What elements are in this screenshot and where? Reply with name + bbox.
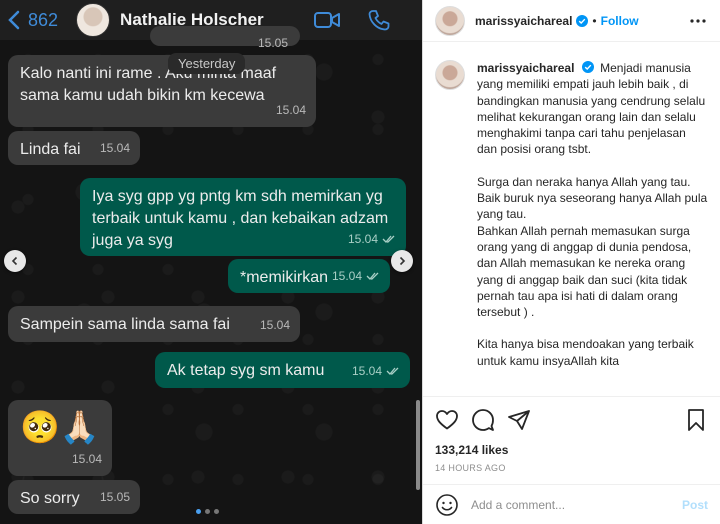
caption: marissyaichareal Menjadi manusia yang me… xyxy=(477,60,708,369)
comment-input[interactable] xyxy=(471,497,682,512)
carousel-dots xyxy=(196,509,219,514)
message-meta: 15.04 xyxy=(348,228,396,250)
message-bubble: Iya syg gpp yg pntg km sdh memirkan yg t… xyxy=(80,178,406,256)
message-meta: 15.04 xyxy=(260,314,290,336)
message-bubble: Kalo nanti ini rame . Aku minta maaf sam… xyxy=(8,55,316,127)
comment-bar: Post xyxy=(423,484,720,524)
chevron-right-icon xyxy=(399,256,406,266)
message-bubble: Ak tetap syg sm kamu 15.04 xyxy=(155,352,410,388)
message-time: 15.05 xyxy=(99,490,130,504)
caption-area: marissyaichareal Menjadi manusia yang me… xyxy=(423,54,720,396)
instagram-post-panel: marissyaichareal • Follow marissyaichare… xyxy=(422,0,720,524)
carousel-dot[interactable] xyxy=(214,509,219,514)
message-time: 15.04 xyxy=(71,452,102,466)
avatar xyxy=(76,3,111,37)
post-timestamp: 14 HOURS AGO xyxy=(435,463,506,473)
date-divider: Yesterday xyxy=(168,53,246,74)
scrollbar[interactable] xyxy=(416,400,420,490)
bookmark-icon[interactable] xyxy=(684,408,708,432)
avatar[interactable] xyxy=(435,60,465,90)
post-username[interactable]: marissyaichareal xyxy=(475,14,572,28)
message-bubble: *memikirkan 15.04 xyxy=(228,259,390,293)
double-check-icon xyxy=(386,367,399,375)
message-time: 15.04 xyxy=(259,318,290,332)
carousel-dot[interactable] xyxy=(196,509,201,514)
likes-count[interactable]: 133,214 likes xyxy=(435,443,708,457)
message-bubble: So sorry 15.05 xyxy=(8,480,140,514)
caption-username[interactable]: marissyaichareal xyxy=(477,61,574,75)
message-bubble: Linda fai 15.04 xyxy=(8,131,140,165)
post-comment-button[interactable]: Post xyxy=(682,498,708,512)
message-bubble: Sampein sama linda sama fai 15.04 xyxy=(8,306,300,342)
double-check-icon xyxy=(382,235,395,243)
emoji-message: 🥺🙏🏻 xyxy=(20,409,100,445)
message-text: Kalo nanti ini rame . Aku minta maaf sam… xyxy=(20,65,277,104)
caption-paragraph: Surga dan neraka hanya Allah yang tau. B… xyxy=(477,174,708,320)
header-actions xyxy=(314,8,392,32)
double-check-icon xyxy=(366,272,379,280)
message-meta: 15.05 xyxy=(100,486,130,508)
phone-icon xyxy=(366,8,392,32)
carousel-next-button[interactable] xyxy=(391,250,413,272)
avatar[interactable] xyxy=(435,5,465,36)
verified-badge-icon xyxy=(576,14,589,27)
follow-button[interactable]: Follow xyxy=(601,14,639,28)
chevron-left-icon xyxy=(11,256,18,266)
message-time: 15.04 xyxy=(275,103,306,117)
separator-dot: • xyxy=(592,13,597,28)
message-time: 15.04 xyxy=(351,364,382,378)
message-time: 15.04 xyxy=(347,232,378,246)
action-row xyxy=(435,407,708,433)
post-actions: 133,214 likes 14 HOURS AGO xyxy=(423,396,720,473)
clipped-time: 15.05 xyxy=(257,36,288,50)
clipped-bubble: 15.05 xyxy=(150,26,300,50)
comment-icon[interactable] xyxy=(471,408,495,432)
message-time: 15.04 xyxy=(99,141,130,155)
video-call-icon xyxy=(314,8,340,32)
more-icon[interactable] xyxy=(688,12,708,30)
unread-count: 862 xyxy=(28,9,59,30)
message-bubble: 🥺🙏🏻 15.04 xyxy=(8,400,112,476)
message-text: Sampein sama linda sama fai xyxy=(20,316,230,333)
caption-row: marissyaichareal Menjadi manusia yang me… xyxy=(435,60,708,369)
caption-paragraph: Kita hanya bisa mendoakan yang terbaik u… xyxy=(477,337,694,368)
message-meta: 15.04 xyxy=(72,448,102,470)
carousel-dot[interactable] xyxy=(205,509,210,514)
chat-screenshot: 862 Nathalie Holscher 15.05 Yesterday Ka… xyxy=(0,0,422,524)
share-icon[interactable] xyxy=(507,408,531,432)
heart-icon[interactable] xyxy=(435,408,459,432)
emoji-icon[interactable] xyxy=(435,493,459,517)
carousel-prev-button[interactable] xyxy=(4,250,26,272)
chevron-left-icon xyxy=(8,10,20,30)
message-time: 15.04 xyxy=(331,269,362,283)
verified-badge-icon xyxy=(581,61,594,73)
caption-fade xyxy=(423,372,720,398)
message-meta: 15.04 xyxy=(352,360,400,382)
message-meta: 15.04 xyxy=(100,137,130,159)
post-header: marissyaichareal • Follow xyxy=(423,0,720,42)
message-meta: 15.04 xyxy=(332,265,380,287)
message-meta: 15.04 xyxy=(276,99,306,121)
caption-paragraph: Menjadi manusia yang memiliki empati jau… xyxy=(477,61,706,157)
